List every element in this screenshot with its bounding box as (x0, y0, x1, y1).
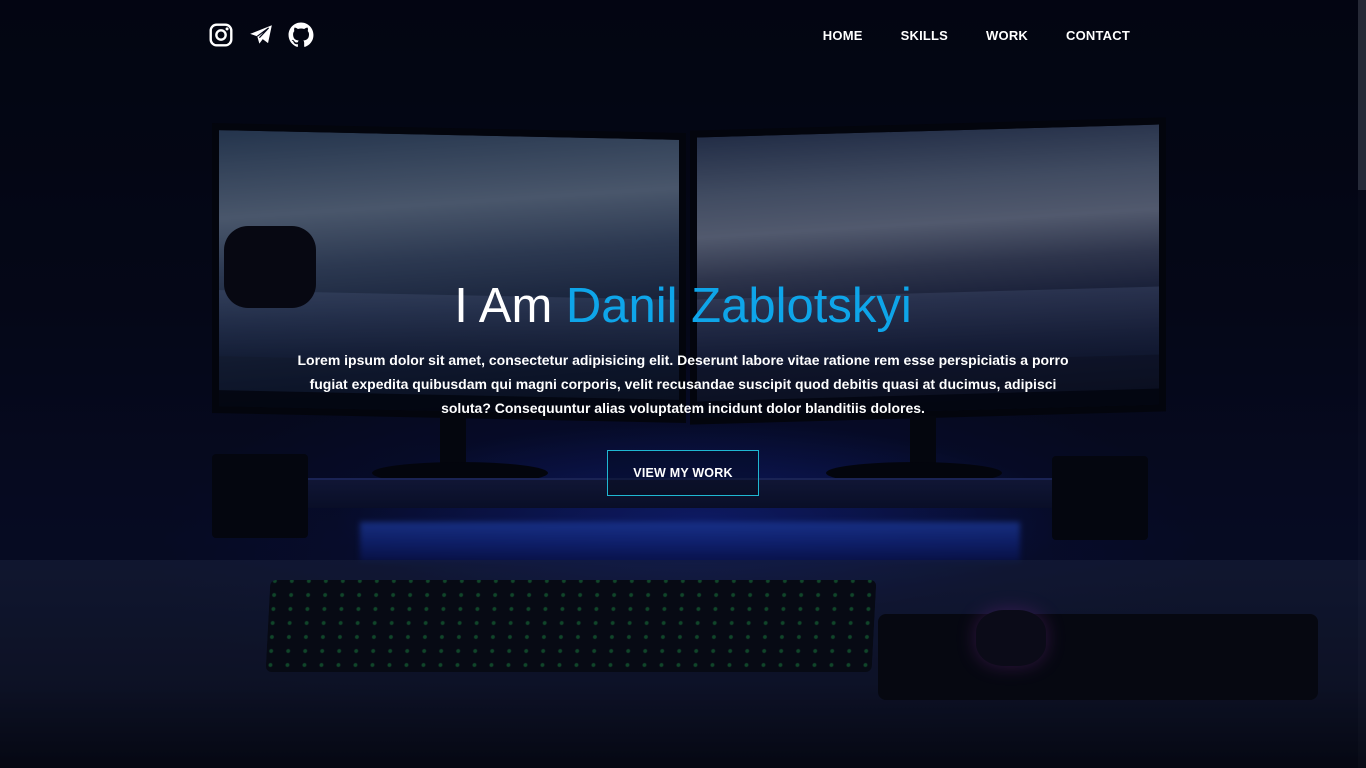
nav-home[interactable]: HOME (823, 28, 863, 43)
main-nav: HOME SKILLS WORK CONTACT (823, 28, 1130, 43)
telegram-link[interactable] (248, 22, 274, 48)
nav-contact[interactable]: CONTACT (1066, 28, 1130, 43)
page-scrollbar[interactable] (1358, 0, 1366, 768)
telegram-icon (250, 25, 272, 44)
instagram-link[interactable] (208, 22, 234, 48)
hero-intro-text: Lorem ipsum dolor sit amet, consectetur … (297, 352, 1069, 416)
hero-headline: I Am Danil Zablotskyi (0, 274, 1366, 338)
scrollbar-thumb[interactable] (1358, 0, 1366, 190)
hero-greeting: I Am (454, 279, 553, 333)
nav-work[interactable]: WORK (986, 28, 1028, 43)
site-header: HOME SKILLS WORK CONTACT (0, 0, 1366, 72)
github-icon (288, 22, 314, 47)
instagram-icon (209, 23, 233, 47)
social-links (208, 22, 314, 48)
hero-name: Danil Zablotskyi (565, 279, 912, 333)
nav-skills[interactable]: SKILLS (901, 28, 948, 43)
view-my-work-button[interactable]: VIEW MY WORK (607, 450, 759, 496)
github-link[interactable] (288, 22, 314, 48)
hero: I Am Danil Zablotskyi Lorem ipsum dolor … (0, 274, 1366, 496)
